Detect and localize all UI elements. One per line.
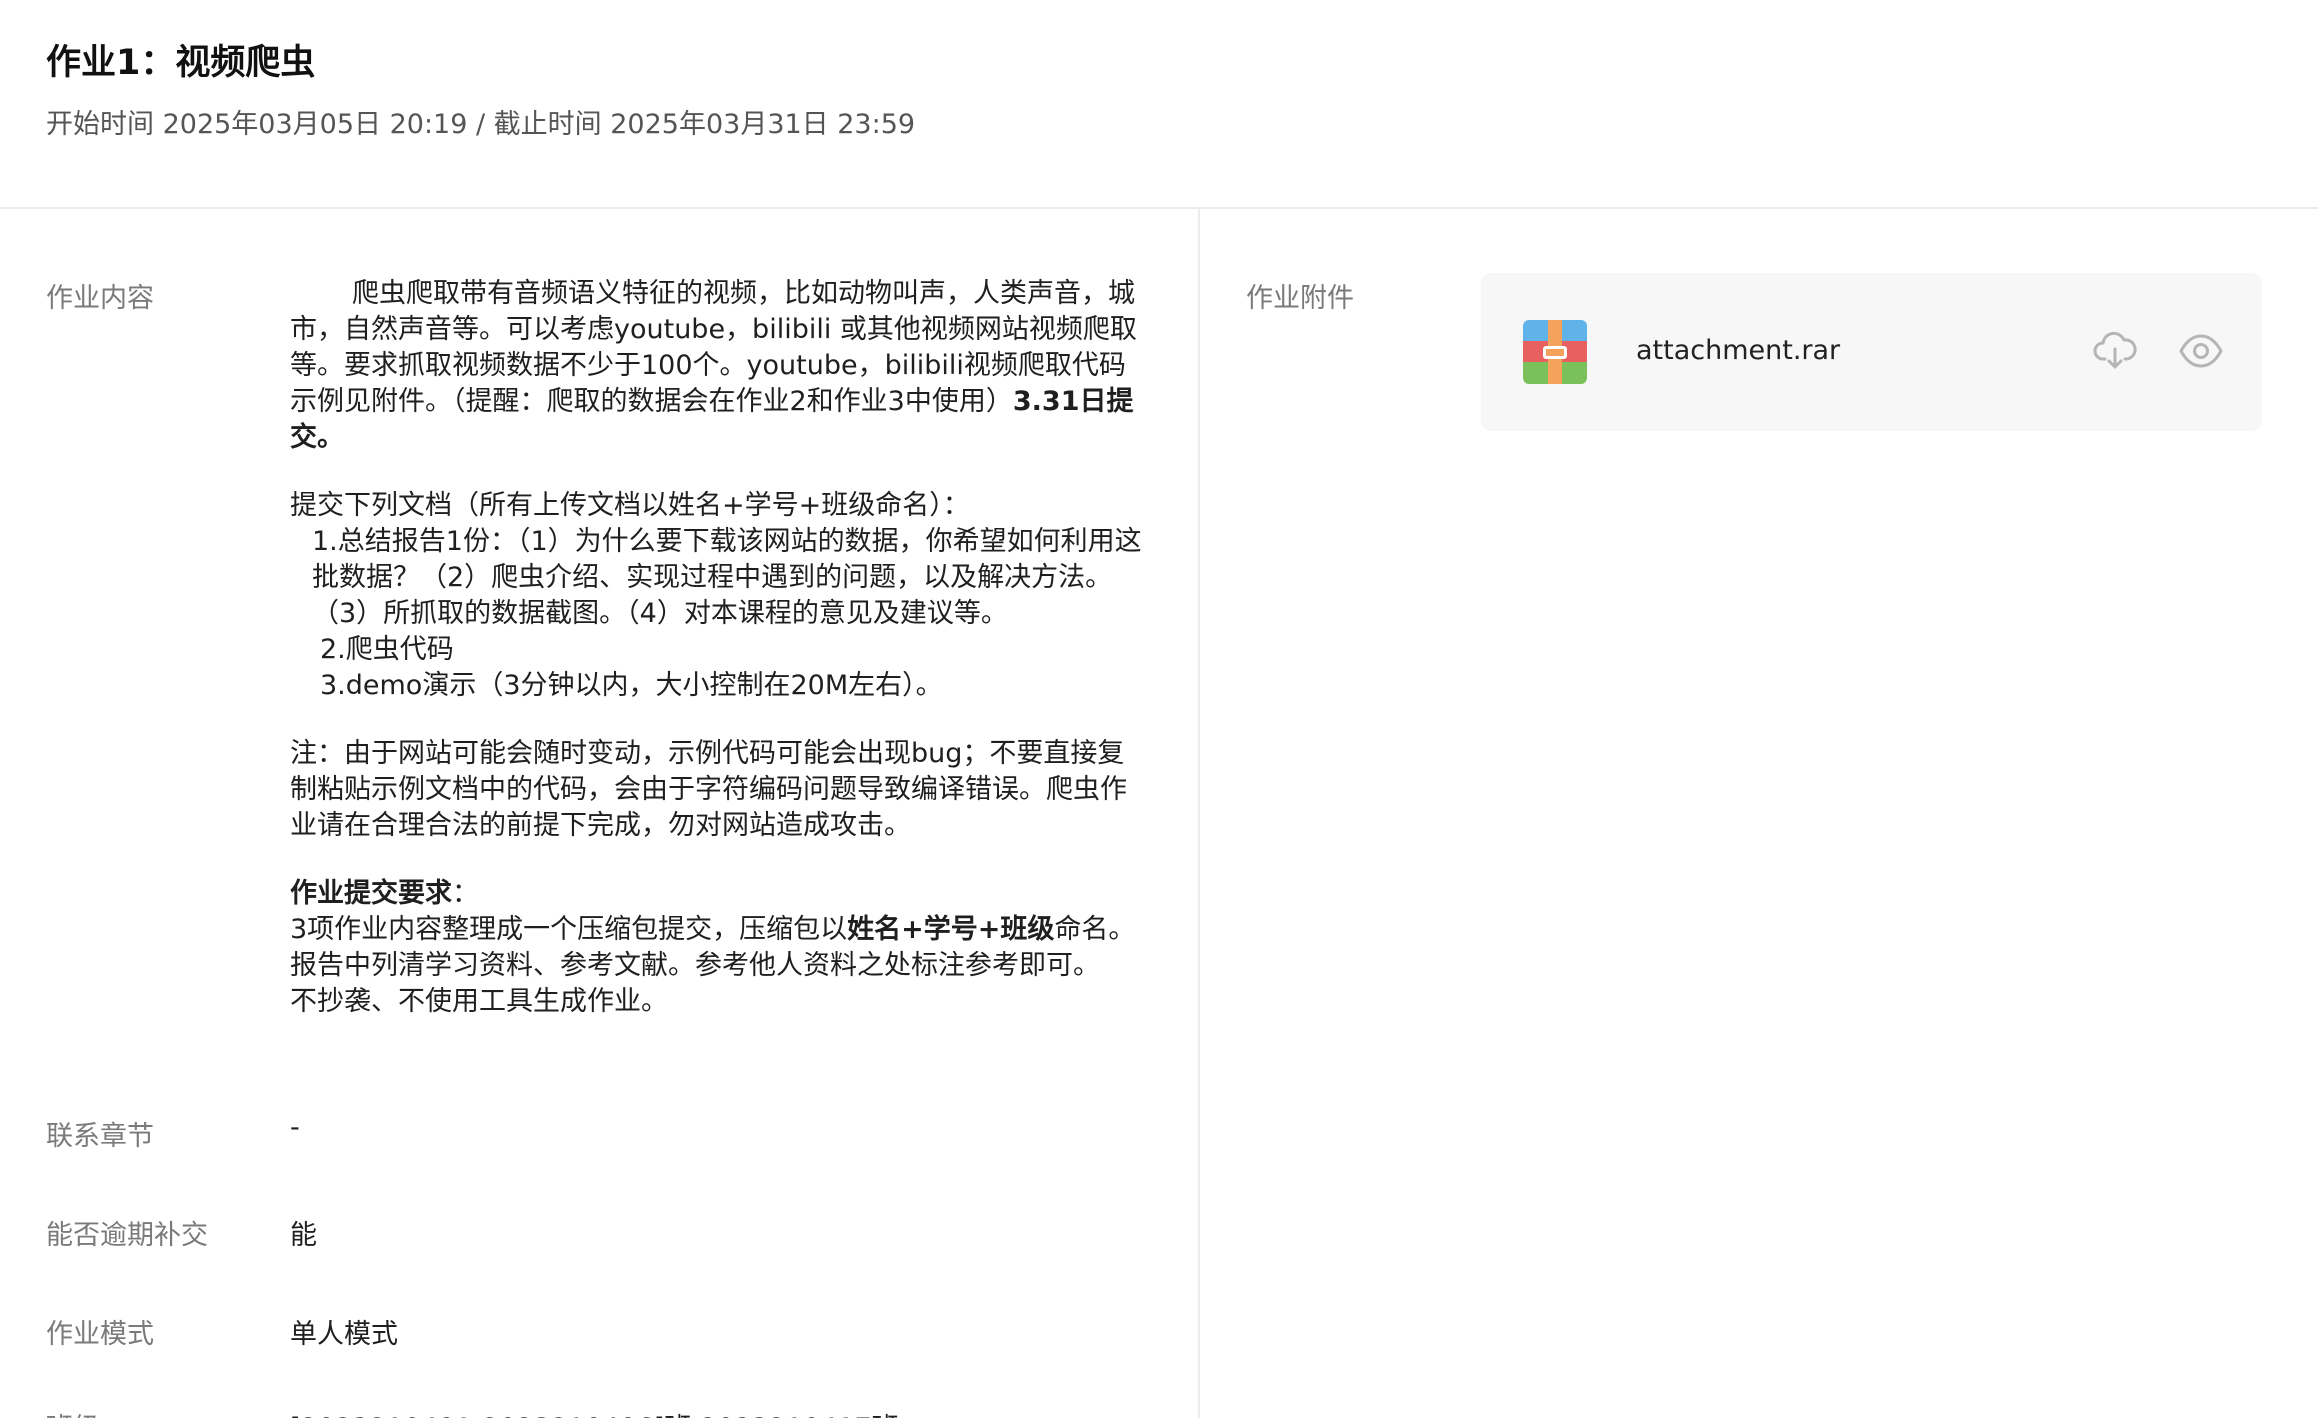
requirement-line-3: 不抄袭、不使用工具生成作业。 <box>290 986 668 1017</box>
class-value: [2023210401-2023210406]班 2023210417班 <box>290 1406 899 1418</box>
assignment-content: 爬虫爬取带有音频语义特征的视频，比如动物叫声，人类声音，城市，自然声音等。可以考… <box>290 276 1145 1020</box>
chapter-label: 联系章节 <box>46 1121 154 1152</box>
mode-label: 作业模式 <box>46 1319 154 1350</box>
intro-paragraph: 爬虫爬取带有音频语义特征的视频，比如动物叫声，人类声音，城市，自然声音等。可以考… <box>290 276 1145 456</box>
column-divider <box>1198 209 1200 1418</box>
content-label: 作业内容 <box>46 283 154 314</box>
page-title: 作业1：视频爬虫 <box>46 43 316 83</box>
attachment-file-name[interactable]: attachment.rar <box>1636 335 1840 366</box>
requirement-line-2: 报告中列清学习资料、参考文献。参考他人资料之处标注参考即可。 <box>290 950 1100 981</box>
late-submission-value: 能 <box>290 1220 317 1251</box>
cloud-download-icon[interactable] <box>2091 327 2139 375</box>
submit-item-demo: 3.demo演示（3分钟以内，大小控制在20M左右）。 <box>320 670 943 701</box>
intro-text: 爬虫爬取带有音频语义特征的视频，比如动物叫声，人类声音，城市，自然声音等。可以考… <box>290 278 1137 417</box>
eye-icon[interactable] <box>2177 327 2225 375</box>
mode-value: 单人模式 <box>290 1319 398 1350</box>
requirements-title: 作业提交要求： <box>290 876 1145 912</box>
naming-rule-emphasis: 姓名+学号+班级 <box>847 914 1055 945</box>
requirements-title-colon: ： <box>452 878 479 909</box>
late-submission-label: 能否逾期补交 <box>46 1220 208 1251</box>
attachment-card: attachment.rar <box>1481 273 2262 431</box>
requirement-line-1-a: 3项作业内容整理成一个压缩包提交，压缩包以 <box>290 914 848 945</box>
assignment-detail-page: 作业1：视频爬虫 开始时间 2025年03月05日 20:19 / 截止时间 2… <box>0 0 2318 1418</box>
archive-icon <box>1523 320 1587 384</box>
submit-list-title: 提交下列文档（所有上传文档以姓名+学号+班级命名）： <box>290 490 970 521</box>
requirement-line-1-b: 命名。 <box>1054 914 1136 945</box>
assignment-header: 作业1：视频爬虫 开始时间 2025年03月05日 20:19 / 截止时间 2… <box>0 0 2318 209</box>
submit-item-report: 1.总结报告1份：（1）为什么要下载该网站的数据，你希望如何利用这批数据？（2）… <box>312 526 1142 629</box>
chapter-value: - <box>290 1112 300 1143</box>
attachment-label: 作业附件 <box>1246 283 1354 314</box>
note-paragraph: 注：由于网站可能会随时变动，示例代码可能会出现bug；不要直接复制粘贴示例文档中… <box>290 738 1127 841</box>
assignment-time-range: 开始时间 2025年03月05日 20:19 / 截止时间 2025年03月31… <box>46 109 916 140</box>
requirements-title-text: 作业提交要求 <box>290 878 452 909</box>
submit-item-code: 2.爬虫代码 <box>320 634 454 665</box>
requirement-line-1: 3项作业内容整理成一个压缩包提交，压缩包以姓名+学号+班级命名。 <box>290 912 1145 948</box>
class-label: 班级 <box>46 1406 100 1418</box>
